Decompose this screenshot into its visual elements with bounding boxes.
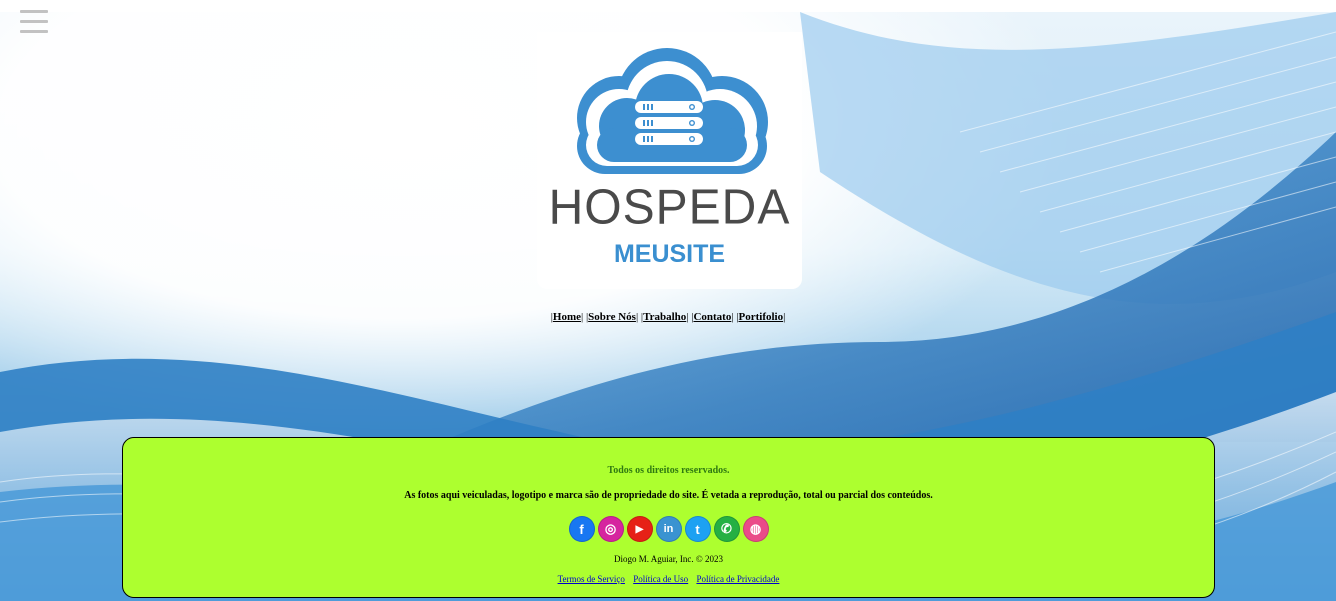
cloud-server-icon: [577, 48, 768, 174]
instagram-icon[interactable]: ◎: [597, 516, 624, 542]
dribbble-glyph: ◍: [749, 521, 762, 536]
usage-policy-link[interactable]: Política de Uso: [633, 574, 688, 584]
hamburger-menu-icon[interactable]: [20, 10, 48, 36]
facebook-icon[interactable]: f: [568, 516, 595, 542]
nav-separator: |: [783, 311, 786, 323]
site-footer: Todos os direitos reservados. As fotos a…: [122, 437, 1215, 598]
logo-wordmark-bottom: MEUSITE: [613, 240, 726, 268]
main-navigation: |Home| |Sobre Nós| |Trabalho| |Contato| …: [0, 311, 1336, 323]
youtube-icon[interactable]: ▶: [626, 516, 653, 542]
nav-link-contato[interactable]: Contato: [693, 311, 731, 323]
nav-separator: |: [581, 311, 584, 323]
menu-bar: [20, 30, 48, 33]
instagram-glyph: ◎: [604, 521, 617, 536]
menu-bar: [20, 20, 48, 23]
logo-wordmark-top: HOSPEDA: [548, 180, 791, 235]
menu-bar: [20, 10, 48, 13]
linkedin-icon[interactable]: in: [655, 516, 682, 542]
terms-of-service-link[interactable]: Termos de Serviço: [558, 574, 625, 584]
nav-link-home[interactable]: Home: [553, 311, 581, 323]
nav-separator: |: [731, 311, 734, 323]
nav-link-portifolio[interactable]: Portifolio: [739, 311, 784, 323]
nav-link-trabalho[interactable]: Trabalho: [643, 311, 686, 323]
footer-links: Termos de Serviço Política de Uso Políti…: [123, 574, 1214, 584]
copyright-line: Diogo M. Aguiar, Inc. © 2023: [614, 554, 723, 564]
nav-separator: |: [686, 311, 689, 323]
whatsapp-icon[interactable]: ✆: [713, 516, 740, 542]
twitter-glyph: t: [695, 521, 700, 537]
youtube-glyph: ▶: [635, 523, 644, 535]
dribbble-icon[interactable]: ◍: [742, 516, 769, 542]
nav-link-sobre-nos[interactable]: Sobre Nós: [588, 311, 636, 323]
site-logo[interactable]: HOSPEDA MEUSITE: [537, 32, 802, 289]
rights-text: Todos os direitos reservados.: [607, 465, 730, 476]
whatsapp-glyph: ✆: [721, 521, 732, 536]
social-links: f ◎ ▶ in t ✆ ◍: [123, 516, 1214, 542]
twitter-icon[interactable]: t: [684, 516, 711, 542]
copyright-notice: As fotos aqui veiculadas, logotipo e mar…: [404, 490, 933, 501]
privacy-policy-link[interactable]: Política de Privacidade: [696, 574, 779, 584]
facebook-glyph: f: [579, 521, 584, 537]
linkedin-glyph: in: [663, 523, 674, 535]
nav-separator: |: [635, 311, 639, 323]
